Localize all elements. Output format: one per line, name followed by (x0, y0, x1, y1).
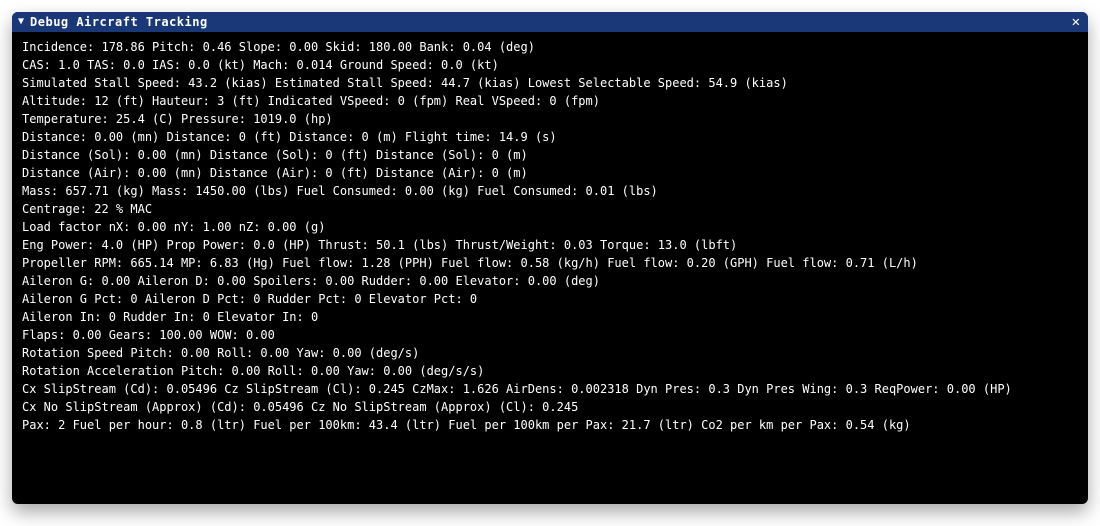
debug-line: Mass: 657.71 (kg) Mass: 1450.00 (lbs) Fu… (22, 182, 1078, 200)
debug-line: Incidence: 178.86 Pitch: 0.46 Slope: 0.0… (22, 38, 1078, 56)
collapse-triangle-icon[interactable]: ▼ (18, 17, 24, 27)
debug-line: Flaps: 0.00 Gears: 100.00 WOW: 0.00 (22, 326, 1078, 344)
debug-line: CAS: 1.0 TAS: 0.0 IAS: 0.0 (kt) Mach: 0.… (22, 56, 1078, 74)
debug-content: Incidence: 178.86 Pitch: 0.46 Slope: 0.0… (12, 32, 1088, 444)
window-title: Debug Aircraft Tracking (30, 15, 1070, 29)
debug-line: Aileron In: 0 Rudder In: 0 Elevator In: … (22, 308, 1078, 326)
debug-line: Distance (Air): 0.00 (mn) Distance (Air)… (22, 164, 1078, 182)
debug-line: Cx SlipStream (Cd): 0.05496 Cz SlipStrea… (22, 380, 1078, 398)
debug-line: Aileron G Pct: 0 Aileron D Pct: 0 Rudder… (22, 290, 1078, 308)
debug-line: Pax: 2 Fuel per hour: 0.8 (ltr) Fuel per… (22, 416, 1078, 434)
debug-window: ▼ Debug Aircraft Tracking ✕ Incidence: 1… (12, 12, 1088, 504)
debug-line: Altitude: 12 (ft) Hauteur: 3 (ft) Indica… (22, 92, 1078, 110)
debug-line: Distance: 0.00 (mn) Distance: 0 (ft) Dis… (22, 128, 1078, 146)
debug-line: Aileron G: 0.00 Aileron D: 0.00 Spoilers… (22, 272, 1078, 290)
debug-line: Centrage: 22 % MAC (22, 200, 1078, 218)
debug-line: Rotation Acceleration Pitch: 0.00 Roll: … (22, 362, 1078, 380)
debug-line: Load factor nX: 0.00 nY: 1.00 nZ: 0.00 (… (22, 218, 1078, 236)
debug-line: Distance (Sol): 0.00 (mn) Distance (Sol)… (22, 146, 1078, 164)
debug-line: Cx No SlipStream (Approx) (Cd): 0.05496 … (22, 398, 1078, 416)
titlebar[interactable]: ▼ Debug Aircraft Tracking ✕ (12, 12, 1088, 32)
debug-line: Simulated Stall Speed: 43.2 (kias) Estim… (22, 74, 1078, 92)
debug-line: Rotation Speed Pitch: 0.00 Roll: 0.00 Ya… (22, 344, 1078, 362)
debug-line: Propeller RPM: 665.14 MP: 6.83 (Hg) Fuel… (22, 254, 1078, 272)
debug-line: Eng Power: 4.0 (HP) Prop Power: 0.0 (HP)… (22, 236, 1078, 254)
debug-line: Temperature: 25.4 (C) Pressure: 1019.0 (… (22, 110, 1078, 128)
close-icon[interactable]: ✕ (1070, 15, 1082, 29)
